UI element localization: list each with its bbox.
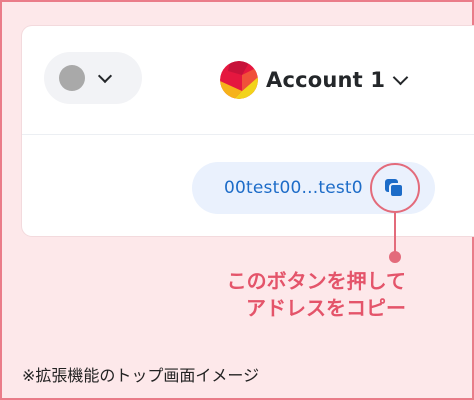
chevron-down-icon	[97, 68, 113, 83]
annotation-leader-dot	[389, 251, 401, 263]
annotation-text: このボタンを押して アドレスをコピー	[227, 268, 406, 322]
annotation-line-1: このボタンを押して	[226, 269, 406, 293]
account-name: Account 1	[266, 68, 386, 92]
footnote-caption: ※拡張機能のトップ画面イメージ	[22, 366, 260, 385]
network-selector[interactable]	[44, 52, 142, 104]
network-status-dot	[59, 65, 85, 91]
chevron-down-icon	[392, 69, 409, 85]
account-address: 00test00...test0	[224, 178, 363, 198]
annotation-line-2: アドレスをコピー	[246, 296, 406, 320]
account-avatar-icon	[220, 61, 258, 99]
annotation-leader-line	[394, 213, 396, 255]
header-divider	[22, 134, 474, 135]
highlight-circle	[370, 163, 420, 213]
account-selector[interactable]: Account 1	[220, 60, 409, 100]
